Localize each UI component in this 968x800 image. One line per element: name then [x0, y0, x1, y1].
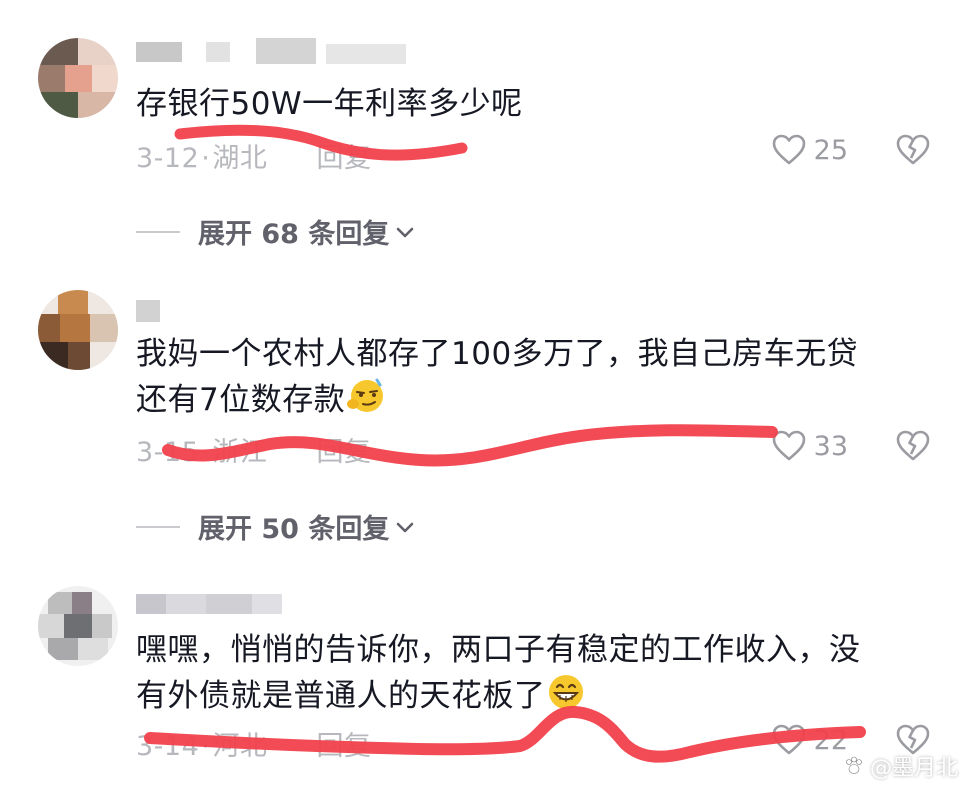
avatar[interactable]: [38, 586, 118, 666]
broken-heart-icon: [896, 430, 930, 461]
comment-text: 存银行50W一年利率多少呢: [136, 86, 523, 122]
dislike-button[interactable]: [896, 134, 930, 166]
comment-meta: 3-15·浙江 回复: [136, 430, 371, 469]
comment-date: 3-15: [136, 437, 200, 468]
heart-outline-icon: [772, 430, 805, 461]
expand-replies-label: 展开 50 条回复: [198, 514, 390, 545]
chevron-down-icon: [397, 227, 414, 237]
divider-line: [136, 525, 180, 528]
broken-heart-icon: [896, 134, 930, 165]
like-button[interactable]: 22: [772, 724, 848, 756]
heart-outline-icon: [772, 724, 805, 755]
comment-date: 3-12: [136, 143, 200, 174]
username-blurred[interactable]: [136, 38, 436, 64]
comment-text: 嘿嘿，悄悄的告诉你，两口子有稳定的工作收入，没 有外债就是普通人的天花板了: [136, 628, 936, 718]
divider-line: [136, 230, 180, 233]
like-button[interactable]: 25: [772, 134, 848, 166]
comment-text-content: 我妈一个农村人都存了100多万了，我自己房车无贷 还有7位数存款: [136, 336, 859, 418]
comment-location: 河北: [212, 731, 268, 762]
username-blurred[interactable]: [136, 298, 436, 322]
comment-location: 浙江: [212, 437, 268, 468]
comment-meta: 3-14·河北 回复: [136, 724, 371, 763]
paw-logo-icon: [846, 756, 862, 774]
comment-date: 3-14: [136, 731, 200, 762]
comment-text: 我妈一个农村人都存了100多万了，我自己房车无贷 还有7位数存款: [136, 332, 936, 422]
avatar[interactable]: [38, 38, 118, 118]
username-blurred[interactable]: [136, 592, 436, 616]
expand-replies-label: 展开 68 条回复: [198, 219, 390, 250]
expand-replies-button[interactable]: 展开 68 条回复: [136, 212, 415, 251]
grinning-face-emoji: [548, 675, 583, 709]
comment-location: 湖北: [212, 143, 268, 174]
reply-button[interactable]: 回复: [316, 136, 371, 175]
expand-replies-button[interactable]: 展开 50 条回复: [136, 507, 415, 546]
avatar[interactable]: [38, 290, 118, 370]
comment-meta: 3-12·湖北 回复: [136, 136, 371, 175]
reply-button[interactable]: 回复: [316, 724, 371, 763]
dislike-button[interactable]: [896, 430, 930, 462]
reply-button[interactable]: 回复: [316, 430, 371, 469]
smirking-face-emoji: [347, 378, 384, 412]
watermark: @墨月北: [842, 750, 958, 782]
comment-text-content: 嘿嘿，悄悄的告诉你，两口子有稳定的工作收入，没 有外债就是普通人的天花板了: [136, 632, 861, 714]
chevron-down-icon: [397, 522, 414, 532]
watermark-text: @墨月北: [869, 756, 958, 781]
like-count: 25: [813, 134, 848, 166]
like-button[interactable]: 33: [772, 430, 848, 462]
like-count: 33: [813, 430, 848, 462]
heart-outline-icon: [772, 134, 805, 165]
